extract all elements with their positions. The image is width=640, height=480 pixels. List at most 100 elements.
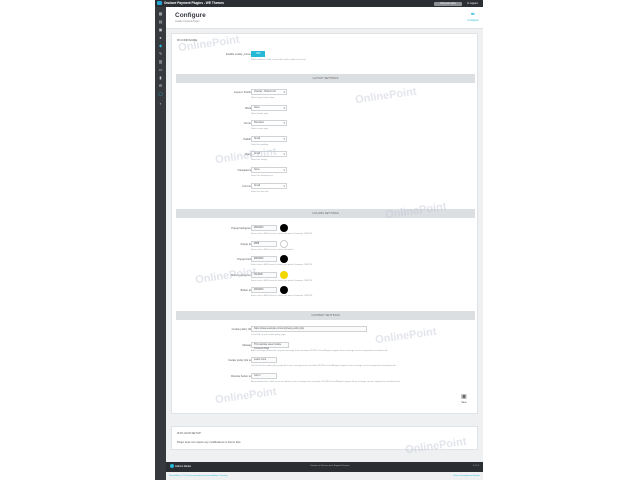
field-label: Dismiss button text bbox=[231, 374, 253, 378]
content-section-title: CONTENT SETTINGS bbox=[176, 311, 475, 320]
field-hint: Enter color in HEX format or select with… bbox=[251, 279, 313, 282]
layout-row: CornersRoundedSelect corner style bbox=[172, 120, 479, 134]
enable-row: Enable cookie_consent YES When enabled, … bbox=[172, 51, 479, 65]
color-swatch[interactable] bbox=[280, 255, 288, 264]
layout-row: Font sizeSmallSelect the font size bbox=[172, 182, 479, 197]
color-input[interactable]: #000000 bbox=[251, 225, 277, 231]
field-select[interactable]: None bbox=[251, 167, 287, 173]
breadcrumb[interactable]: Cookie Consent Plugin bbox=[175, 20, 199, 23]
wrench-icon: ✒ bbox=[470, 12, 476, 18]
page-title: Configure bbox=[175, 12, 206, 19]
logo-icon bbox=[157, 1, 162, 5]
layout-row: BorderNoneSelect border style bbox=[172, 104, 479, 119]
footer-right-link[interactable]: Online Development Market bbox=[453, 475, 480, 477]
color-swatch[interactable] bbox=[280, 270, 288, 279]
dashboard-icon[interactable]: ▦ bbox=[158, 12, 163, 16]
text-input[interactable]: Learn more bbox=[251, 357, 277, 364]
color-row: Popup text #ffffff Enter color in HEX form… bbox=[172, 239, 479, 255]
color-input[interactable]: #f1d600 bbox=[251, 271, 277, 278]
bottom-links[interactable]: Contact us Visit our store Support Partn… bbox=[310, 465, 349, 467]
save-button[interactable]: ▣ Save bbox=[458, 394, 470, 404]
catalog-icon[interactable]: ▣ bbox=[158, 28, 163, 32]
colors-section-title: COLORS SETTINGS bbox=[176, 209, 475, 218]
plugin-setup-panel: ⚙ PLUGIN SETUP Plugin does not require a… bbox=[171, 426, 478, 450]
stats-icon[interactable]: ▮ bbox=[158, 76, 163, 80]
color-input[interactable]: #000000 bbox=[251, 256, 277, 263]
field-hint: Enter color in HEX format or select with… bbox=[251, 233, 313, 235]
logout-label: Logout bbox=[469, 1, 478, 5]
field-hint: Is the URL of your cookie policy page bbox=[251, 334, 286, 336]
enable-toggle[interactable]: YES bbox=[251, 51, 265, 57]
color-input[interactable]: #ffffff bbox=[251, 240, 277, 247]
text-input[interactable]: Got it! bbox=[251, 372, 277, 379]
design-icon[interactable]: ✎ bbox=[158, 52, 163, 56]
addons-market-label: Addons Market bbox=[175, 465, 192, 468]
payment-icon[interactable]: ▭ bbox=[158, 68, 163, 72]
field-hint: Enter color in HEX format or select with… bbox=[251, 264, 313, 267]
color-swatch[interactable] bbox=[280, 286, 288, 295]
content-row: Cookie policy URL https://www.example.com… bbox=[172, 326, 479, 340]
layout-section-title: LAYOUT SETTINGS bbox=[176, 74, 475, 83]
color-swatch[interactable] bbox=[280, 239, 288, 248]
field-hint: Select layout and position bbox=[251, 97, 275, 99]
top-bar: Onclave Payment Plugins - WE Themes Visi… bbox=[155, 0, 483, 7]
app-title-text: Onclave Payment Plugins - WE Themes bbox=[164, 1, 224, 5]
color-row: Popup background #000000 Enter color in HE… bbox=[172, 224, 479, 239]
configure-button[interactable]: ✒ Configure bbox=[466, 12, 480, 22]
field-hint: Select border style bbox=[251, 112, 269, 115]
field-label: Cookie policy URL bbox=[231, 328, 253, 331]
field-select[interactable]: None bbox=[251, 104, 287, 111]
color-input[interactable]: #000000 bbox=[251, 287, 277, 294]
color-swatch[interactable] bbox=[280, 224, 288, 232]
enable-hint: When enabled, cookie consent bar will be… bbox=[251, 59, 307, 61]
field-hint: Select corner style bbox=[251, 128, 269, 131]
customers-icon[interactable]: ● bbox=[158, 36, 163, 40]
addons-market-link[interactable]: Addons Market bbox=[170, 464, 194, 470]
market-icon bbox=[170, 464, 174, 468]
visit-store-button[interactable]: Visit your store bbox=[434, 1, 462, 6]
save-button-label: Save bbox=[461, 401, 467, 404]
footer-links[interactable]: PrestaShop 1.7.5.0 Documentation Forums … bbox=[169, 475, 227, 477]
shipping-icon[interactable]: ▥ bbox=[158, 60, 163, 64]
text-input[interactable]: https://www.example.com/en/privacy-polic… bbox=[251, 326, 367, 332]
advanced-icon[interactable]: ⚙ bbox=[158, 84, 163, 88]
configure-panel: ⚙ CONFIGURE Enable cookie_consent YES Wh… bbox=[171, 33, 478, 414]
content-row: Dismiss button text Got it! Accept button … bbox=[172, 372, 479, 387]
field-label: Popup background bbox=[231, 227, 253, 230]
plugin-setup-text: Plugin does not require any modification… bbox=[177, 441, 242, 444]
layout-row: PaddingSmallSelect the padding bbox=[172, 135, 479, 150]
connect-icon[interactable]: ◯ bbox=[158, 92, 163, 96]
sidebar: ▦ ▤ ▣ ● ◆ ✎ ▥ ▭ ▮ ⚙ ◯ ▪ bbox=[155, 7, 166, 480]
layout-row: Layout / PositionOverlay - Bottom leftSe… bbox=[172, 89, 479, 103]
plugin-setup-title-text: PLUGIN SETUP bbox=[180, 431, 201, 435]
logout-link[interactable]: ⏻ Logout bbox=[467, 2, 478, 5]
floppy-icon: ▣ bbox=[461, 394, 467, 400]
version-label: 1.7.5.0 bbox=[472, 465, 479, 467]
field-label: Button background bbox=[231, 273, 253, 277]
field-label: Cookie policy link text bbox=[228, 359, 253, 363]
field-select[interactable]: Rounded bbox=[251, 120, 287, 127]
settings-icon[interactable]: ▪ bbox=[158, 102, 163, 106]
plugin-setup-title: ⚙ PLUGIN SETUP bbox=[177, 431, 201, 435]
orders-icon[interactable]: ▤ bbox=[158, 20, 163, 24]
field-select[interactable]: Small bbox=[251, 135, 287, 142]
app-title[interactable]: Onclave Payment Plugins - WE Themes bbox=[157, 1, 224, 5]
field-hint: Enter color in HEX format or select with… bbox=[251, 295, 313, 298]
bottom-bar: Addons Market Contact us Visit our store… bbox=[166, 462, 483, 472]
field-select[interactable]: Small bbox=[251, 151, 287, 158]
page-header: Configure Cookie Consent Plugin ✒ Config… bbox=[166, 7, 483, 29]
field-select[interactable]: Overlay - Bottom left bbox=[251, 89, 287, 95]
content-row: Cookie policy link text Learn more Link te… bbox=[172, 357, 479, 371]
modules-icon[interactable]: ◆ bbox=[158, 44, 163, 48]
text-input[interactable]: This website uses Cookie Consent Plugi bbox=[251, 341, 289, 350]
field-hint: Enter color in HEX format or select with… bbox=[251, 248, 294, 251]
color-row: Button background #f1d600 Enter color in H… bbox=[172, 270, 479, 286]
field-hint: Add a message connected: Long text messa… bbox=[251, 349, 389, 352]
field-hint: Select the margin bbox=[251, 159, 268, 162]
configure-button-label: Configure bbox=[467, 19, 479, 22]
field-select[interactable]: Small bbox=[251, 182, 287, 189]
color-row: Button text #000000 Enter color in HEX for… bbox=[172, 286, 479, 301]
field-hint: Select the font size bbox=[251, 190, 269, 193]
layout-row: MarginSmallSelect the margin bbox=[172, 151, 479, 165]
content-row: Message This website uses Cookie Consent … bbox=[172, 341, 479, 356]
